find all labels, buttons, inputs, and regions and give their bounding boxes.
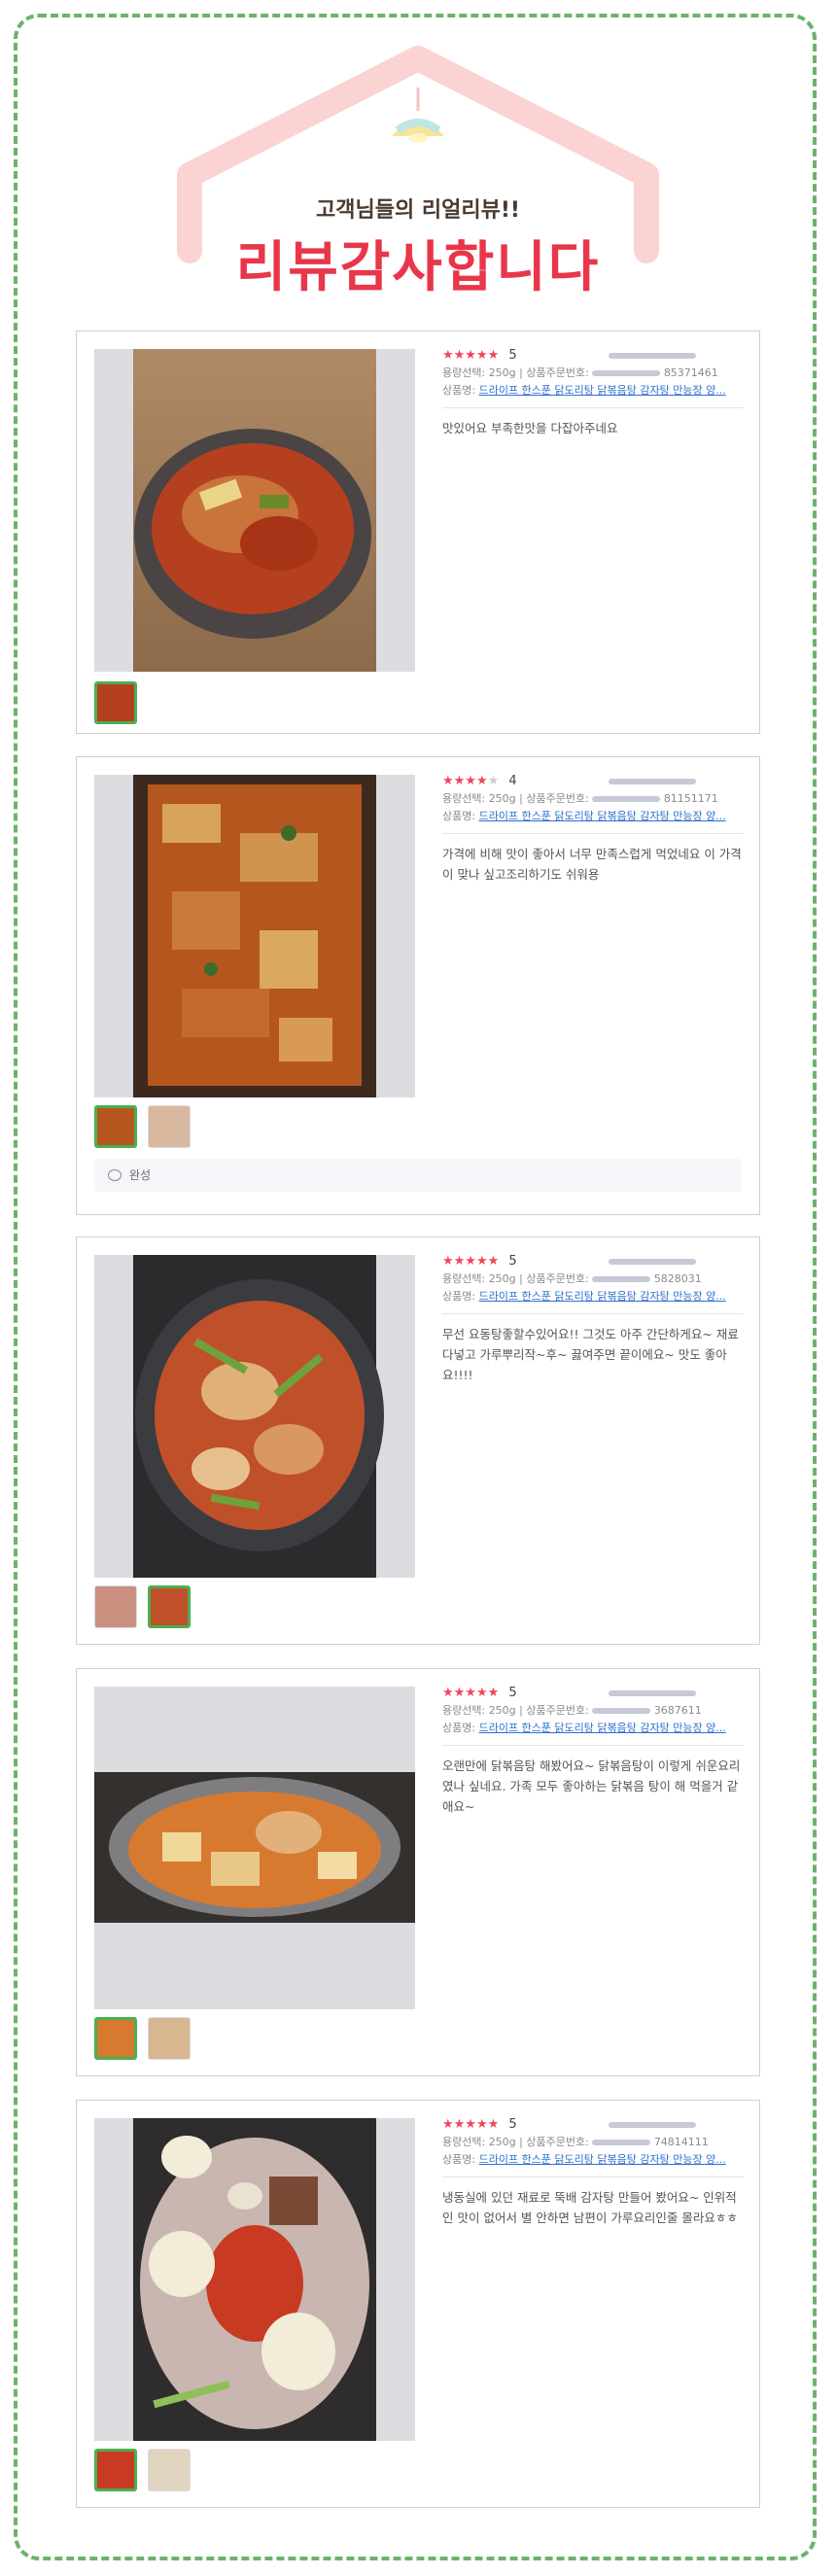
review-meta: 용량선택: 250g | 상품주문번호: 81151171 <box>442 792 718 805</box>
star-rating-icon: ★★★★★ <box>442 1254 500 1269</box>
photo-thumbnails <box>94 2017 196 2064</box>
star-rating-icon: ★★★★★ <box>442 2117 500 2132</box>
rating-row: ★★★★★ 5 <box>442 2116 744 2134</box>
photo-thumbnail[interactable] <box>94 2449 137 2491</box>
rating-value: 5 <box>508 2117 517 2132</box>
photo-thumbnails <box>94 1585 196 1632</box>
review-card: ★★★★★ 5 용량선택: 250g | 상품주문번호: 74814111 상품… <box>76 2100 760 2508</box>
review-photo[interactable] <box>94 1255 415 1578</box>
star-rating-icon: ★★★★★ <box>442 774 500 788</box>
blurred-user-id <box>608 2121 696 2128</box>
review-meta: 용량선택: 250g | 상품주문번호: 74814111 <box>442 2136 709 2148</box>
rating-row: ★★★★★ 4 <box>442 773 744 790</box>
review-card: ★★★★★ 5 용량선택: 250g | 상품주문번호: 85371461 상품… <box>76 331 760 734</box>
review-text: 냉동실에 있던 재료로 뚝배 감자탕 만들어 봤어요~ 인위적인 맛이 없어서 … <box>442 2190 738 2225</box>
rating-row: ★★★★★ 5 <box>442 347 744 365</box>
product-name-row: 상품명: 드라이프 한스푼 닭도리탕 닭볶음탕 감자탕 만능장 양... <box>442 1290 726 1303</box>
banner-subtitle: 고객님들의 리얼리뷰!! <box>316 198 520 223</box>
rating-value: 5 <box>508 1686 517 1700</box>
review-meta: 용량선택: 250g | 상품주문번호: 5828031 <box>442 1272 702 1285</box>
product-link[interactable]: 드라이프 한스푼 닭도리탕 닭볶음탕 감자탕 만능장 양... <box>479 810 726 822</box>
blurred-user-id <box>608 1689 696 1696</box>
banner-title: 리뷰감사합니다 <box>235 236 601 299</box>
blurred-user-id <box>608 352 696 359</box>
review-meta: 용량선택: 250g | 상품주문번호: 3687611 <box>442 1704 702 1717</box>
comment-icon <box>108 1168 122 1181</box>
blurred-user-id <box>608 1258 696 1265</box>
seller-reply: 완성 <box>94 1159 742 1192</box>
review-photo[interactable] <box>94 775 415 1097</box>
review-text: 오랜만에 닭볶음탕 해봤어요~ 닭볶음탕이 이렇게 쉬운요리였나 싶네요. 가족… <box>442 1758 741 1814</box>
rating-row: ★★★★★ 5 <box>442 1253 744 1271</box>
photo-thumbnail[interactable] <box>148 2449 192 2491</box>
product-link[interactable]: 드라이프 한스푼 닭도리탕 닭볶음탕 감자탕 만능장 양... <box>479 384 726 397</box>
product-link[interactable]: 드라이프 한스푼 닭도리탕 닭볶음탕 감자탕 만능장 양... <box>479 1290 726 1303</box>
reply-text: 완성 <box>129 1168 152 1182</box>
review-text: 가격에 비해 맛이 좋아서 너무 만족스럽게 먹었네요 이 가격이 맞나 싶고조… <box>442 847 742 882</box>
star-rating-icon: ★★★★★ <box>442 348 500 363</box>
photo-thumbnail[interactable] <box>148 1585 192 1628</box>
review-text: 맛있어요 부족한맛을 다잡아주네요 <box>442 421 618 435</box>
star-rating-icon: ★★★★★ <box>442 1686 500 1700</box>
photo-thumbnails <box>94 2449 196 2495</box>
review-photo[interactable] <box>94 1687 415 2009</box>
review-photo[interactable] <box>94 2118 415 2441</box>
product-link[interactable]: 드라이프 한스푼 닭도리탕 닭볶음탕 감자탕 만능장 양... <box>479 1722 726 1734</box>
review-card: ★★★★★ 5 용량선택: 250g | 상품주문번호: 3687611 상품명… <box>76 1668 760 2076</box>
rating-value: 5 <box>508 1254 517 1269</box>
review-meta: 용량선택: 250g | 상품주문번호: 85371461 <box>442 366 718 379</box>
product-name-row: 상품명: 드라이프 한스푼 닭도리탕 닭볶음탕 감자탕 만능장 양... <box>442 2153 726 2166</box>
review-banner: 고객님들의 리얼리뷰!! 리뷰감사합니다 <box>0 29 836 299</box>
product-name-row: 상품명: 드라이프 한스푼 닭도리탕 닭볶음탕 감자탕 만능장 양... <box>442 384 726 397</box>
review-text: 무선 요동탕좋할수있어요!! 그것도 아주 간단하게요~ 재료 다넣고 가루뿌리… <box>442 1327 739 1382</box>
photo-thumbnail[interactable] <box>94 1105 137 1148</box>
photo-thumbnail[interactable] <box>94 2017 137 2060</box>
photo-thumbnail[interactable] <box>148 2017 192 2060</box>
rating-row: ★★★★★ 5 <box>442 1685 744 1702</box>
rating-value: 4 <box>508 774 517 788</box>
blurred-user-id <box>608 778 696 784</box>
photo-thumbnail[interactable] <box>94 681 137 724</box>
photo-thumbnails <box>94 1105 196 1152</box>
product-link[interactable]: 드라이프 한스푼 닭도리탕 닭볶음탕 감자탕 만능장 양... <box>479 2153 726 2166</box>
product-name-row: 상품명: 드라이프 한스푼 닭도리탕 닭볶음탕 감자탕 만능장 양... <box>442 1722 726 1734</box>
review-card: 완성 ★★★★★ 4 용량선택: 250g | 상품주문번호: 81151171… <box>76 756 760 1215</box>
photo-thumbnail[interactable] <box>94 1585 137 1628</box>
lamp-icon <box>392 119 444 143</box>
review-photo[interactable] <box>94 349 415 672</box>
photo-thumbnails <box>94 681 143 728</box>
product-name-row: 상품명: 드라이프 한스푼 닭도리탕 닭볶음탕 감자탕 만능장 양... <box>442 810 726 822</box>
photo-thumbnail[interactable] <box>148 1105 192 1148</box>
rating-value: 5 <box>508 348 517 363</box>
review-card: ★★★★★ 5 용량선택: 250g | 상품주문번호: 5828031 상품명… <box>76 1236 760 1645</box>
